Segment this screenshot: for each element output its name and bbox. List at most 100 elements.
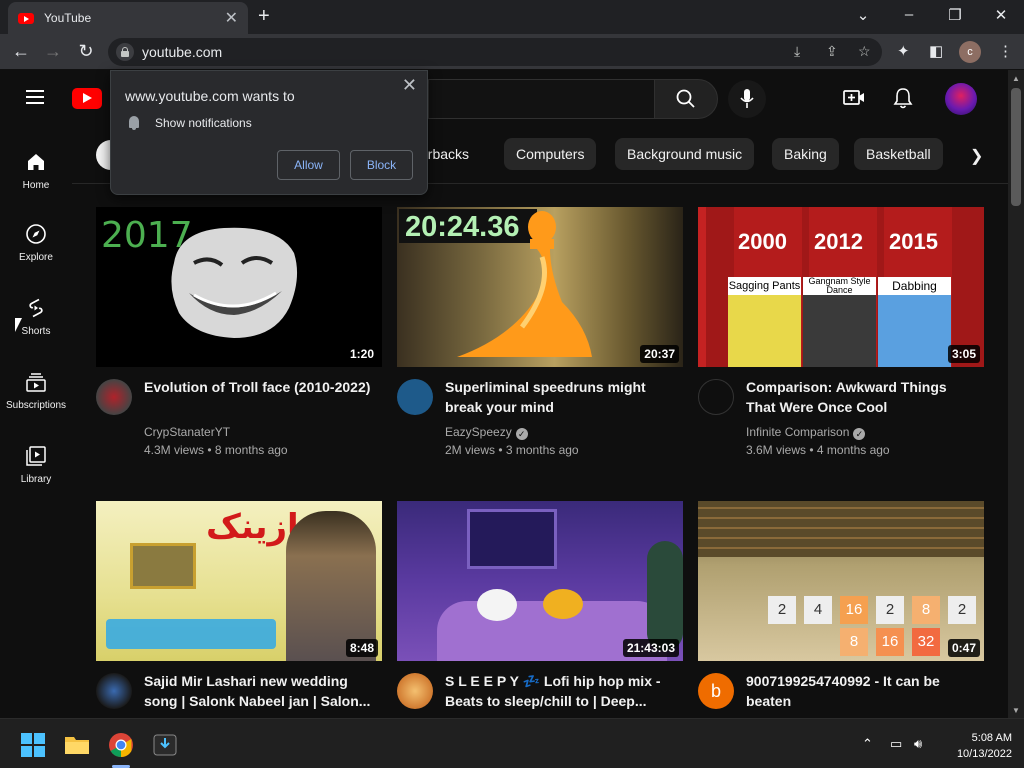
game-tile: 8 bbox=[912, 596, 940, 624]
video-thumbnail[interactable]: 20:24.36 20:37 bbox=[397, 207, 683, 367]
video-title[interactable]: Sajid Mir Lashari new wedding song | Sal… bbox=[144, 671, 376, 711]
page-scrollbar[interactable]: ▲ ▼ bbox=[1008, 70, 1024, 718]
game-tile: 16 bbox=[876, 628, 904, 656]
video-card[interactable]: 20:24.36 20:37 Superliminal speedruns mi… bbox=[397, 207, 683, 457]
sidebar: Home Explore Shorts Subscriptions Librar… bbox=[0, 128, 72, 718]
profile-avatar[interactable]: c bbox=[959, 41, 981, 63]
install-app-icon[interactable]: ⤓ bbox=[794, 43, 800, 60]
video-card[interactable]: 2 4 16 2 8 2 8 16 32 0:47 b 900719925474… bbox=[698, 501, 984, 709]
game-tile: 32 bbox=[912, 628, 940, 656]
back-arrow-icon[interactable]: ← bbox=[10, 41, 32, 62]
channel-name[interactable]: CrypStanaterYT bbox=[144, 425, 230, 439]
video-card[interactable]: 21:43:03 S L E E P Y 💤 Lofi hip hop mix … bbox=[397, 501, 683, 709]
channel-name[interactable]: EazySpeezy ✓ bbox=[445, 425, 528, 440]
shorts-icon bbox=[29, 298, 43, 318]
sidebar-item-label: Home bbox=[22, 180, 50, 191]
video-card[interactable]: 2017 1:20 Evolution of Troll face (2010-… bbox=[96, 207, 382, 457]
search-button[interactable] bbox=[654, 79, 718, 119]
create-video-icon[interactable] bbox=[843, 89, 865, 107]
video-thumbnail[interactable]: 21:43:03 bbox=[397, 501, 683, 661]
search-icon bbox=[676, 89, 695, 108]
app-installer-icon[interactable] bbox=[152, 732, 178, 758]
clock-date: 10/13/2022 bbox=[956, 748, 1012, 760]
voice-search-button[interactable] bbox=[728, 80, 766, 118]
tab-title: YouTube bbox=[44, 11, 92, 25]
game-tile: 16 bbox=[840, 596, 868, 624]
notifications-bell-icon[interactable] bbox=[893, 87, 913, 109]
channel-avatar[interactable] bbox=[397, 379, 433, 415]
channel-avatar[interactable] bbox=[397, 673, 433, 709]
user-avatar[interactable] bbox=[945, 83, 977, 115]
video-title[interactable]: S L E E P Y 💤 Lofi hip hop mix - Beats t… bbox=[445, 671, 677, 711]
channel-avatar[interactable] bbox=[698, 379, 734, 415]
scroll-down-arrow-icon[interactable]: ▼ bbox=[1012, 706, 1020, 715]
reload-icon[interactable]: ↻ bbox=[75, 41, 97, 62]
chip-baking[interactable]: Baking bbox=[772, 138, 839, 170]
channel-name-text: Infinite Comparison bbox=[746, 425, 850, 439]
character-panel bbox=[878, 295, 951, 367]
network-icon[interactable]: ▭ bbox=[890, 736, 902, 752]
permission-text: Show notifications bbox=[155, 116, 252, 130]
year-label: 2015 bbox=[889, 229, 938, 254]
close-window-button[interactable]: ✕ bbox=[991, 6, 1011, 24]
search-input[interactable] bbox=[428, 79, 654, 119]
channel-name[interactable]: Infinite Comparison ✓ bbox=[746, 425, 866, 440]
video-thumbnail[interactable]: 2017 1:20 bbox=[96, 207, 382, 367]
chip-computers[interactable]: Computers bbox=[504, 138, 597, 170]
block-button[interactable]: Block bbox=[350, 150, 413, 180]
browser-menu-icon[interactable]: ⋮ bbox=[998, 42, 1013, 60]
library-icon bbox=[26, 446, 46, 466]
forward-arrow-icon[interactable]: → bbox=[42, 41, 64, 62]
bookmark-star-icon[interactable]: ☆ bbox=[858, 43, 871, 60]
sidebar-item-home[interactable]: Home bbox=[0, 150, 72, 191]
sleeping-dog bbox=[543, 589, 583, 619]
show-hidden-icons-chevron-icon[interactable]: ⌃ bbox=[862, 736, 873, 752]
file-explorer-icon[interactable] bbox=[64, 732, 90, 758]
share-icon[interactable]: ⇪ bbox=[826, 43, 838, 60]
game-tile: 8 bbox=[840, 628, 868, 656]
chevron-right-icon[interactable]: ❯ bbox=[970, 146, 983, 166]
side-panel-icon[interactable]: ◧ bbox=[929, 42, 943, 60]
windows-start-icon[interactable] bbox=[20, 732, 46, 758]
taskbar-clock[interactable]: 5:08 AM 10/13/2022 bbox=[957, 730, 1012, 762]
video-thumbnail[interactable]: نازینک 8:48 bbox=[96, 501, 382, 661]
allow-button[interactable]: Allow bbox=[277, 150, 340, 180]
channel-avatar[interactable]: b bbox=[698, 673, 734, 709]
hamburger-menu-icon[interactable] bbox=[26, 90, 44, 104]
channel-avatar[interactable] bbox=[96, 379, 132, 415]
video-title[interactable]: Comparison: Awkward Things That Were Onc… bbox=[746, 377, 978, 417]
address-bar[interactable]: youtube.com ⤓ ⇪ ☆ bbox=[108, 38, 882, 66]
tab-youtube[interactable]: YouTube ✕ bbox=[8, 2, 248, 34]
extensions-puzzle-icon[interactable]: ✦ bbox=[897, 42, 910, 60]
lock-icon[interactable] bbox=[116, 43, 134, 61]
channel-avatar[interactable] bbox=[96, 673, 132, 709]
youtube-favicon-icon bbox=[18, 12, 34, 24]
video-title[interactable]: Superliminal speedruns might break your … bbox=[445, 377, 677, 417]
video-card[interactable]: نازینک 8:48 Sajid Mir Lashari new weddin… bbox=[96, 501, 382, 709]
scrollbar-thumb[interactable] bbox=[1011, 88, 1021, 206]
new-tab-button[interactable]: + bbox=[258, 5, 270, 27]
year-label: 2000 bbox=[738, 229, 787, 254]
chip-background-music[interactable]: Background music bbox=[615, 138, 755, 170]
video-card[interactable]: 2000 2012 2015 Sagging Pants Gangnam Sty… bbox=[698, 207, 984, 457]
sidebar-item-explore[interactable]: Explore bbox=[0, 222, 72, 263]
video-thumbnail[interactable]: 2000 2012 2015 Sagging Pants Gangnam Sty… bbox=[698, 207, 984, 367]
volume-icon[interactable]: 🔊︎ bbox=[914, 736, 922, 752]
video-thumbnail[interactable]: 2 4 16 2 8 2 8 16 32 0:47 bbox=[698, 501, 984, 661]
sidebar-item-shorts[interactable]: Shorts bbox=[0, 296, 72, 337]
scroll-up-arrow-icon[interactable]: ▲ bbox=[1012, 74, 1020, 83]
tab-search-chevron-icon[interactable]: ⌄ bbox=[853, 6, 873, 24]
chip-basketball[interactable]: Basketball bbox=[854, 138, 943, 170]
sidebar-item-subscriptions[interactable]: Subscriptions bbox=[0, 370, 72, 411]
minimize-button[interactable]: – bbox=[899, 6, 919, 23]
restore-button[interactable]: ❐ bbox=[945, 6, 965, 24]
video-title[interactable]: Evolution of Troll face (2010-2022) bbox=[144, 377, 376, 397]
popup-close-icon[interactable]: ✕ bbox=[402, 75, 417, 96]
tab-close-icon[interactable]: ✕ bbox=[225, 8, 238, 28]
youtube-logo[interactable] bbox=[72, 88, 102, 109]
sidebar-item-library[interactable]: Library bbox=[0, 444, 72, 485]
video-duration: 3:05 bbox=[947, 345, 980, 363]
video-title[interactable]: 9007199254740992 - It can be beaten bbox=[746, 671, 978, 711]
chrome-icon[interactable] bbox=[108, 732, 134, 758]
game-tile: 2 bbox=[948, 596, 976, 624]
